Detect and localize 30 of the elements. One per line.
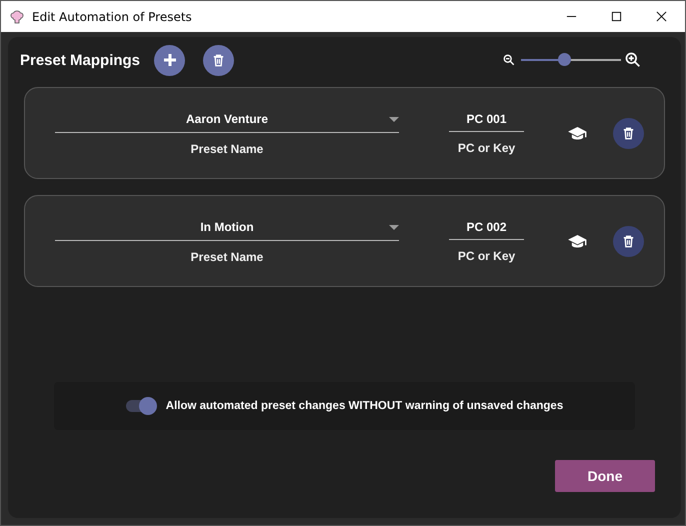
delete-all-button[interactable] xyxy=(203,44,234,76)
trash-icon xyxy=(621,126,636,140)
zoom-in-icon[interactable] xyxy=(625,52,641,68)
trash-icon xyxy=(621,234,636,248)
delete-button[interactable] xyxy=(613,118,644,148)
section-title: Preset Mappings xyxy=(20,52,140,68)
pc-input-field[interactable]: PC 001 xyxy=(449,107,524,132)
delete-button[interactable] xyxy=(613,226,644,256)
pc-input-field[interactable]: PC 002 xyxy=(449,215,524,240)
close-icon[interactable] xyxy=(656,11,667,22)
maximize-icon[interactable] xyxy=(611,11,622,22)
app-icon xyxy=(9,8,25,24)
option-label: Allow automated preset changes WITHOUT warning of unsaved changes xyxy=(166,400,564,412)
field-label: Preset Name xyxy=(190,250,264,264)
plus-icon xyxy=(162,52,178,68)
field-label: PC or Key xyxy=(456,141,516,155)
caret-icon xyxy=(389,117,399,122)
done-button[interactable]: Done xyxy=(555,460,655,492)
toggle-switch[interactable] xyxy=(126,400,156,412)
field-label: Preset Name xyxy=(190,142,264,156)
graduation-cap-icon[interactable] xyxy=(568,126,587,140)
field-label: PC or Key xyxy=(456,249,516,263)
caret-icon xyxy=(389,225,399,230)
graduation-cap-icon[interactable] xyxy=(568,234,587,248)
window-title: Edit Automation of Presets xyxy=(32,10,192,24)
slider-thumb[interactable] xyxy=(558,53,571,66)
zoom-out-icon[interactable] xyxy=(503,54,515,66)
preset-dropdown[interactable]: In Motion xyxy=(55,214,399,241)
add-button[interactable] xyxy=(154,44,186,76)
preset-dropdown[interactable]: Aaron Venture xyxy=(55,106,399,133)
